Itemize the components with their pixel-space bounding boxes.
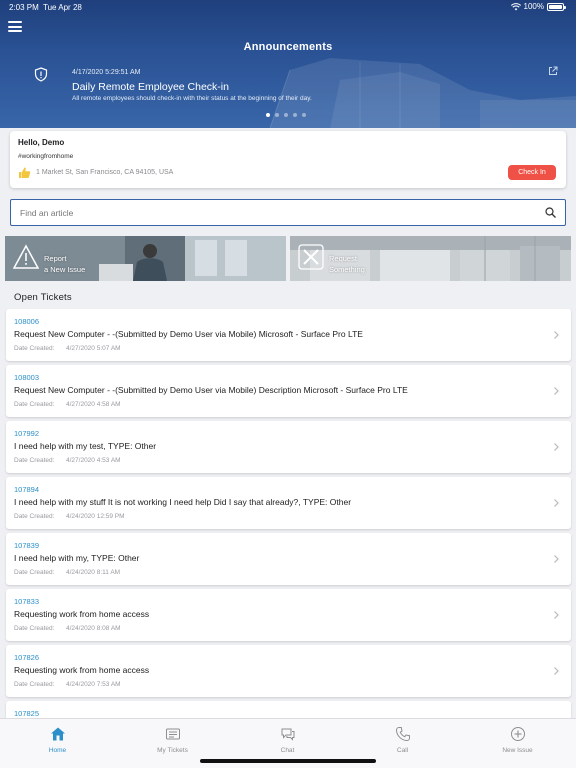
ticket-title: Request New Computer - -(Submitted by De… <box>14 329 363 339</box>
ticket-row[interactable]: 108003 Request New Computer - -(Submitte… <box>6 365 571 417</box>
ticket-date: 4/24/2020 12:59 PM <box>66 513 125 520</box>
page-dot[interactable] <box>302 113 306 117</box>
status-date: Tue Apr 28 <box>43 3 82 12</box>
chevron-right-icon <box>554 667 559 675</box>
announcement-body: All remote employees should check-in wit… <box>72 95 312 102</box>
ticket-date-label: Date Created: <box>14 401 55 408</box>
ticket-row[interactable]: 107894 I need help with my stuff It is n… <box>6 477 571 529</box>
open-tickets-heading: Open Tickets <box>14 292 72 303</box>
report-tile-line1: Report <box>44 254 67 263</box>
tools-icon <box>298 244 324 270</box>
chevron-right-icon <box>554 331 559 339</box>
ticket-number: 107825 <box>14 709 40 718</box>
tab-home-label: Home <box>48 747 67 754</box>
tab-call-label: Call <box>396 747 409 754</box>
wifi-icon <box>510 2 521 10</box>
chevron-right-icon <box>554 611 559 619</box>
chevron-right-icon <box>554 555 559 563</box>
ticket-title: Request New Computer - -(Submitted by De… <box>14 385 408 395</box>
chevron-right-icon <box>554 443 559 451</box>
ticket-title: I need help with my, TYPE: Other <box>14 553 140 563</box>
page-dot[interactable] <box>275 113 279 117</box>
ticket-date-label: Date Created: <box>14 345 55 352</box>
hamburger-menu-icon[interactable] <box>8 21 22 32</box>
request-tile-line2: Something <box>329 265 365 274</box>
greeting-hashtag: #workingfromhome <box>18 153 74 160</box>
carousel-page-indicator[interactable] <box>266 113 306 117</box>
search-icon[interactable] <box>545 207 556 218</box>
announcement-date: 4/17/2020 5:29:51 AM <box>72 69 141 76</box>
plus-circle-icon <box>510 727 525 741</box>
ticket-number: 107894 <box>14 485 40 494</box>
ticket-date-label: Date Created: <box>14 625 55 632</box>
search-placeholder: Find an article <box>20 208 74 218</box>
ticket-row[interactable]: 107992 I need help with my test, TYPE: O… <box>6 421 571 473</box>
page-dot[interactable] <box>284 113 288 117</box>
ticket-number: 107839 <box>14 541 40 550</box>
battery-percent: 100% <box>523 2 544 11</box>
ticket-date: 4/27/2020 5:07 AM <box>66 345 121 352</box>
greeting-card: Hello, Demo #workingfromhome 1 Market St… <box>10 131 566 188</box>
ticket-row[interactable]: 107833 Requesting work from home access … <box>6 589 571 641</box>
ticket-date: 4/24/2020 7:53 AM <box>66 681 121 688</box>
tab-home[interactable]: Home <box>0 719 115 768</box>
page-dot[interactable] <box>266 113 270 117</box>
report-issue-tile[interactable]: Report a New Issue <box>5 236 286 281</box>
greeting-name: Hello, Demo <box>18 138 65 147</box>
ticket-number: 107833 <box>14 597 40 606</box>
battery-icon <box>547 2 566 11</box>
ticket-title: I need help with my test, TYPE: Other <box>14 441 157 451</box>
ticket-date-label: Date Created: <box>14 457 55 464</box>
warning-icon <box>13 244 39 269</box>
tab-my-tickets-label: My Tickets <box>157 747 188 754</box>
search-bar[interactable]: Find an article <box>10 199 566 226</box>
ticket-title: I need help with my stuff It is not work… <box>14 497 352 507</box>
ticket-row[interactable]: 107839 I need help with my, TYPE: Other … <box>6 533 571 585</box>
ticket-date-label: Date Created: <box>14 569 55 576</box>
page-dot[interactable] <box>293 113 297 117</box>
ticket-number: 108003 <box>14 373 40 382</box>
tickets-icon <box>165 728 180 740</box>
header-building-graphic <box>269 58 576 128</box>
status-time: 2:03 PM <box>9 3 39 12</box>
ticket-number: 108006 <box>14 317 40 326</box>
home-icon <box>50 727 65 741</box>
ticket-date: 4/24/2020 8:11 AM <box>66 569 121 576</box>
report-tile-line2: a New Issue <box>44 265 86 274</box>
ticket-title: Requesting work from home access <box>14 665 150 675</box>
page-title: Announcements <box>243 41 333 53</box>
ticket-date: 4/27/2020 4:58 AM <box>66 401 121 408</box>
ticket-row[interactable]: 108006 Request New Computer - -(Submitte… <box>6 309 571 361</box>
chevron-right-icon <box>554 499 559 507</box>
home-indicator[interactable] <box>200 759 376 763</box>
announcements-header: 2:03 PM Tue Apr 28 100% Announcements 4/… <box>0 0 576 128</box>
status-bar: 2:03 PM Tue Apr 28 100% <box>0 0 576 14</box>
ticket-number: 107826 <box>14 653 40 662</box>
thumbs-up-icon <box>19 167 31 178</box>
ticket-date-label: Date Created: <box>14 513 55 520</box>
report-tile-label: Report a New Issue <box>44 253 85 275</box>
tab-chat-label: Chat <box>280 747 295 754</box>
ticket-row[interactable]: 107826 Requesting work from home access … <box>6 645 571 697</box>
ticket-date: 4/24/2020 8:08 AM <box>66 625 121 632</box>
announcement-title[interactable]: Daily Remote Employee Check-in <box>72 81 229 93</box>
ticket-number: 107992 <box>14 429 40 438</box>
tab-new-issue-label: New Issue <box>502 747 533 754</box>
ticket-date: 4/27/2020 4:53 AM <box>66 457 121 464</box>
status-right: 100% <box>510 2 566 11</box>
request-tile-label: Request Something <box>329 253 365 275</box>
external-link-icon[interactable] <box>548 66 558 76</box>
phone-icon <box>395 727 410 742</box>
ticket-date-label: Date Created: <box>14 681 55 688</box>
request-tile-line1: Request <box>329 254 357 263</box>
tab-new-issue[interactable]: New Issue <box>460 719 575 768</box>
shield-icon <box>34 67 48 82</box>
request-something-tile[interactable]: Request Something <box>290 236 571 281</box>
chevron-right-icon <box>554 387 559 395</box>
check-in-button[interactable]: Check In <box>508 165 556 180</box>
ticket-title: Requesting work from home access <box>14 609 150 619</box>
greeting-location: 1 Market St, San Francisco, CA 94105, US… <box>36 169 174 176</box>
chat-icon <box>281 728 294 741</box>
